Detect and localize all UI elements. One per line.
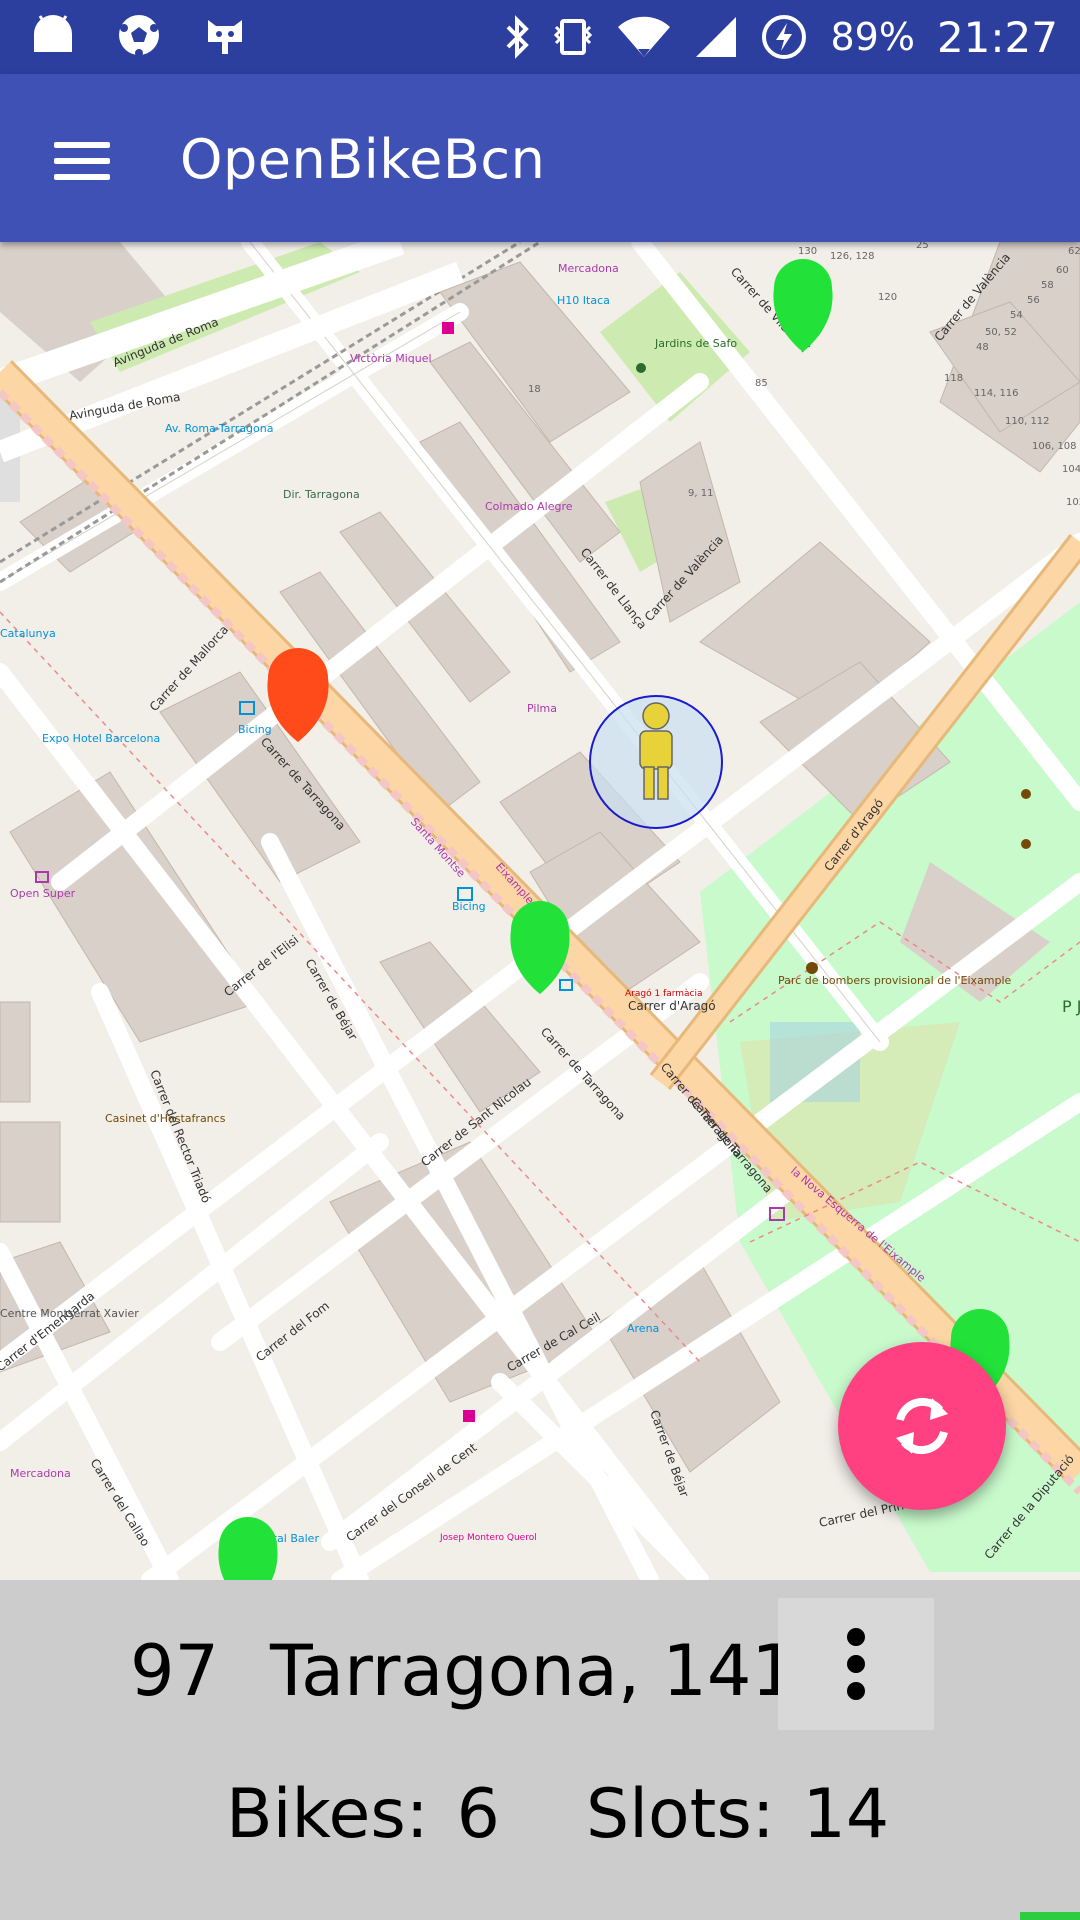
person-location-icon[interactable]	[589, 695, 723, 829]
house-number: 48	[976, 342, 989, 353]
poi-label: Colmado Alegre	[485, 500, 573, 513]
slots-available: Slots: 14	[586, 1775, 889, 1854]
house-number: 50, 52	[985, 327, 1017, 338]
status-bar: 89% 21:27	[0, 0, 1080, 74]
house-number: 62	[1068, 246, 1080, 257]
poi-label: Open Super	[10, 887, 76, 900]
house-number: 126, 128	[830, 251, 875, 262]
vibrate-icon	[554, 19, 593, 55]
poi-label: Mercadona	[558, 262, 619, 275]
poi-label: Pilma	[527, 702, 557, 715]
house-number: 58	[1041, 280, 1054, 291]
signal-icon	[696, 17, 737, 57]
playground-icon	[636, 363, 646, 373]
poi-label: Mercadona	[10, 1467, 71, 1480]
cyanogen-icon	[208, 20, 242, 54]
poi-label: Josep Montero Querol	[439, 1533, 537, 1543]
house-number: 56	[1027, 295, 1040, 306]
pharmacy-icon	[442, 322, 454, 334]
house-number: 60	[1056, 265, 1069, 276]
hamburger-menu-icon[interactable]	[40, 118, 130, 198]
poi-label: Catalunya	[0, 627, 56, 640]
house-number: 25	[916, 242, 929, 251]
battery-charging-icon	[762, 15, 807, 59]
house-number: 9, 11	[688, 488, 713, 499]
house-number: 110, 112	[1005, 416, 1050, 427]
playground-icon	[1021, 839, 1031, 849]
more-vert-icon[interactable]	[778, 1598, 934, 1730]
soccer-icon	[119, 15, 159, 57]
poi-label: Dir. Tarragona	[283, 488, 360, 501]
poi-label: Bicing	[452, 900, 486, 913]
bikes-label: Bikes:	[226, 1775, 429, 1854]
android-icon	[34, 15, 72, 52]
clock: 21:27	[936, 12, 1058, 62]
refresh-icon	[896, 1397, 948, 1455]
street-label: Carrer d'Aragó	[628, 999, 716, 1013]
slots-label: Slots:	[586, 1775, 775, 1854]
station-name: Tarragona, 141	[270, 1630, 796, 1712]
poi-label: P Jo	[1062, 997, 1080, 1016]
poi-label: Av. Roma-Tarragona	[165, 422, 273, 435]
house-number: 104	[1062, 464, 1080, 475]
house-number: 106, 108	[1032, 441, 1077, 452]
poi-label: Casinet d'Hostafrancs	[105, 1112, 226, 1125]
poi-label: Bicing	[238, 723, 272, 736]
poi-label: Arena	[627, 1322, 659, 1335]
app-title: OpenBikeBcn	[180, 128, 546, 191]
station-info-panel: 97 Tarragona, 141 Bikes: 6 Slots: 14	[0, 1580, 1080, 1920]
bikes-count: 6	[456, 1775, 500, 1854]
station-marker[interactable]	[218, 1517, 278, 1580]
refresh-button[interactable]	[838, 1342, 1006, 1510]
house-number: 54	[1010, 310, 1023, 321]
poi-label: Centre Montserrat Xavier	[0, 1307, 139, 1320]
divider	[1020, 1912, 1080, 1920]
wifi-icon	[618, 16, 671, 57]
poi-label: Jardins de Safo	[654, 337, 737, 350]
fire-station-icon	[806, 962, 818, 974]
app-bar: OpenBikeBcn	[0, 74, 1080, 242]
house-number: 18	[528, 384, 541, 395]
house-number: 130	[798, 246, 817, 257]
pharmacy-icon	[463, 1410, 475, 1422]
poi-label: Expo Hotel Barcelona	[42, 732, 160, 745]
playground-icon	[1021, 789, 1031, 799]
slots-count: 14	[802, 1775, 890, 1854]
house-number: 120	[878, 292, 897, 303]
poi-label: H10 Itaca	[557, 294, 610, 307]
poi-label: Parc de bombers provisional de l'Eixampl…	[778, 974, 1012, 987]
house-number: 118	[944, 373, 963, 384]
house-number: 85	[755, 378, 768, 389]
bikes-available: Bikes: 6	[226, 1775, 500, 1854]
poi-label: Victòria Miquel	[350, 352, 432, 365]
bluetooth-icon	[507, 15, 530, 59]
house-number: 114, 116	[974, 388, 1019, 399]
poi-label: Aragó 1 farmàcia	[625, 988, 703, 999]
station-id: 97	[130, 1630, 220, 1712]
battery-percentage: 89%	[830, 15, 915, 59]
house-number: 102	[1066, 497, 1080, 508]
